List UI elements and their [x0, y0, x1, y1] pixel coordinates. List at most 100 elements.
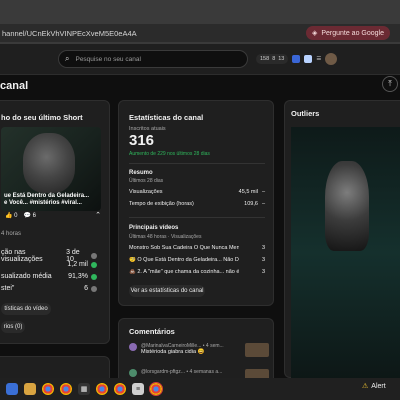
alert-label: Alert — [371, 382, 386, 390]
latest-short-title: ho do seu último Short — [1, 113, 83, 122]
app-icon-light[interactable] — [304, 55, 313, 63]
app-icon[interactable]: ▦ — [78, 383, 90, 395]
views-value: 1,2 mil — [67, 261, 88, 268]
ask-google-label: Pergunte ao Google — [321, 29, 384, 37]
app-icon-blue[interactable] — [292, 55, 301, 63]
thumbnail-figure — [325, 161, 369, 251]
outliers-title: Outliers — [291, 109, 320, 118]
comments-title: Comentários — [129, 327, 175, 336]
channel-stats-card: Estatísticas do canal Inscritos atuais 3… — [118, 100, 274, 306]
list-item[interactable]: 💩 2. A "mãe" que chama da cozinha... não… — [129, 269, 265, 275]
summary-watchtime-row: Tempo de exibição (horas) 109,6– — [129, 201, 265, 207]
subs-delta: Aumento de 229 nos últimos 28 dias — [129, 151, 210, 157]
outlier-thumbnail[interactable] — [291, 127, 400, 379]
views-row: 1,2 mil — [1, 261, 97, 268]
counter-158: 158 — [260, 56, 270, 62]
ask-google-button[interactable]: ◈ Pergunte ao Google — [305, 26, 390, 40]
divider — [129, 163, 265, 164]
minus-icon: – — [261, 189, 265, 195]
windows-icon[interactable] — [6, 383, 18, 395]
subs-value: 316 — [129, 132, 155, 149]
counter-13: 13 — [278, 56, 285, 62]
summary-title: Resumo — [129, 170, 153, 176]
top-video-title: Monstro Sob Sua Cadeira O Que Nunca Ment… — [129, 245, 239, 251]
alert-notification[interactable]: ⚠ Alert — [362, 382, 386, 391]
short-reactions: 👍 0 💬 6 ⌃ — [5, 211, 101, 219]
status-dot — [91, 253, 97, 259]
comment-video-thumbnail — [245, 343, 269, 357]
chevron-up-icon[interactable]: ⌃ — [95, 211, 101, 219]
top-video-views: 3 — [261, 245, 265, 251]
avatar — [129, 369, 137, 377]
chrome-icon[interactable] — [149, 382, 163, 396]
summary-subtitle: Últimos 28 dias — [129, 178, 164, 184]
channel-analytics-button[interactable]: Ver as estatísticas do canal — [129, 285, 205, 297]
comment-author: @lorsgardm-pftgz... • 4 semanas a... — [141, 369, 223, 375]
latest-short-card: ho do seu último Short ue Está Dentro da… — [0, 100, 110, 344]
warning-icon: ⚠ — [362, 383, 369, 390]
short-thumbnail[interactable]: ue Está Dentro da Geladeira... e Você...… — [1, 127, 101, 211]
status-dot-green — [91, 261, 97, 268]
top-videos-subtitle: Últimas 48 horas · Visualizações — [129, 234, 202, 240]
outliers-card: Outliers — [284, 100, 400, 379]
studio-header: ⌕ Pesquise no seu canal 158 8 13 ☰ — [0, 44, 400, 75]
search-icon: ⌕ — [65, 54, 70, 63]
like-count: 0 — [14, 212, 18, 219]
chrome-icon[interactable] — [60, 383, 72, 395]
avatar[interactable] — [325, 53, 338, 65]
likes-label: stei" — [1, 285, 15, 292]
url-text[interactable]: hannel/UCnEkVhVINPEcXveM5E0eA4A — [0, 29, 137, 38]
explorer-icon[interactable] — [24, 383, 36, 395]
page-title: canal — [0, 80, 29, 92]
list-item[interactable]: Monstro Sob Sua Cadeira O Que Nunca Ment… — [129, 245, 265, 251]
status-dot-green — [91, 273, 97, 280]
video-analytics-button[interactable]: tísticas do vídeo — [1, 303, 51, 315]
avg-viewed-value: 91,3% — [68, 273, 88, 280]
divider — [129, 217, 265, 218]
search-input[interactable]: Pesquise no seu canal — [75, 56, 140, 63]
chrome-icon[interactable] — [42, 383, 54, 395]
thumbnail-caption: ue Está Dentro da Geladeira... e Você...… — [1, 193, 101, 207]
time-label: 4 horas — [1, 231, 22, 237]
comment-text: Mistérioda giabra cidia 😄 — [141, 349, 205, 355]
status-dot — [91, 285, 97, 292]
minus-icon: – — [261, 201, 265, 207]
top-video-title: 🧐 O Que Está Dentro da Geladeira... Não … — [129, 257, 239, 263]
menu-icon[interactable]: ☰ — [316, 56, 321, 62]
top-video-views: 3 — [261, 269, 265, 275]
channel-stats-title: Estatísticas do canal — [129, 113, 204, 122]
google-spark-icon: ◈ — [311, 30, 318, 37]
avg-viewed-row: sualizado média 91,3% — [1, 273, 97, 280]
thumbnail-caption-2: e Você... #mistérios #viral... — [4, 200, 82, 206]
comment-count: 6 — [32, 212, 36, 219]
counter-8: 8 — [272, 56, 276, 62]
summary-views-value: 45,5 mil — [238, 189, 258, 195]
avatar — [129, 343, 137, 351]
notepad-icon[interactable]: ≡ — [132, 383, 144, 395]
top-video-title: 💩 2. A "mãe" que chama da cozinha... não… — [129, 269, 239, 275]
stats-counters[interactable]: 158 8 13 — [256, 54, 289, 64]
header-actions: 158 8 13 ☰ — [256, 52, 338, 66]
comment-icon[interactable]: 💬 6 — [23, 212, 35, 219]
like-icon[interactable]: 👍 0 — [5, 212, 17, 219]
comment-item[interactable]: @MarinalvaCarneiroMille... • 4 sem... Mi… — [129, 343, 269, 357]
thumbnail-caption-1: ue Está Dentro da Geladeira... — [4, 193, 90, 199]
list-item[interactable]: 🧐 O Que Está Dentro da Geladeira... Não … — [129, 257, 265, 263]
channel-search[interactable]: ⌕ Pesquise no seu canal — [58, 50, 248, 68]
summary-views-row: Visualizações 45,5 mil – — [129, 189, 265, 195]
thumbnail-face — [23, 133, 75, 193]
upload-icon[interactable]: ⤒ — [382, 76, 398, 92]
top-video-views: 3 — [261, 257, 265, 263]
chrome-icon[interactable] — [114, 383, 126, 395]
summary-views-label: Visualizações — [129, 189, 163, 195]
video-comments-button[interactable]: rios (0) — [1, 321, 25, 333]
summary-watchtime-label: Tempo de exibição (horas) — [129, 201, 194, 207]
likes-row: stei" 6 — [1, 285, 97, 292]
taskbar: ▦ ≡ ⚠ Alert — [0, 378, 400, 400]
address-bar[interactable]: hannel/UCnEkVhVINPEcXveM5E0eA4A ◈ Pergun… — [0, 24, 400, 42]
summary-watchtime-value: 109,6 — [244, 201, 258, 207]
top-videos-title: Principais vídeos — [129, 225, 179, 231]
comments-card: Comentários @MarinalvaCarneiroMille... •… — [118, 318, 274, 383]
chrome-icon[interactable] — [96, 383, 108, 395]
avg-viewed-label: sualizado média — [1, 273, 52, 280]
